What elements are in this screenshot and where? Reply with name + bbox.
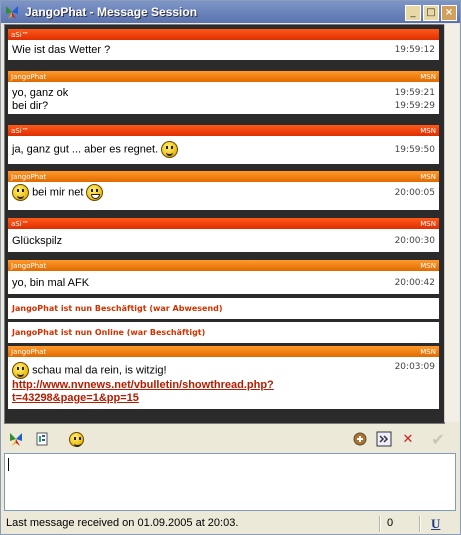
sad-smiley-icon [161, 141, 179, 158]
send-file-icon[interactable] [375, 430, 393, 448]
last-message-status: Last message received on 01.09.2005 at 2… [6, 517, 239, 529]
sender-name: aSi™ [11, 30, 29, 39]
message-header: JangoPhat MSN [8, 71, 439, 82]
message-text: Wie ist das Wetter ? [12, 43, 111, 56]
message-time: 19:59:21 [394, 87, 435, 98]
message-time: 19:59:29 [394, 100, 435, 111]
msn-icon[interactable] [7, 430, 25, 448]
toolbar: ✕ ✔ [1, 426, 460, 452]
message-block: JangoPhat MSN bei mir net 20:00:05 [8, 171, 439, 210]
format-underline-indicator[interactable]: U [431, 516, 440, 532]
message-header: JangoPhat MSN [8, 260, 439, 271]
message-text: yo, ganz ok [12, 86, 69, 99]
send-check-icon[interactable]: ✔ [429, 430, 447, 449]
close-icon[interactable]: ✕ [399, 430, 417, 448]
message-time: 19:59:50 [394, 144, 435, 155]
message-line: Wie ist das Wetter ? 19:59:12 [8, 43, 439, 56]
contact-info-icon[interactable] [33, 430, 51, 448]
msn-butterfly-icon [6, 6, 18, 19]
status-bar: Last message received on 01.09.2005 at 2… [1, 514, 460, 534]
text-caret [8, 458, 9, 471]
message-header: JangoPhat MSN [8, 171, 439, 182]
message-block: aSi™ MSN ja, ganz gut ... aber es regnet… [8, 125, 439, 164]
message-time: 19:59:12 [394, 44, 435, 55]
status-notification: JangoPhat ist nun Beschäftigt (war Abwes… [8, 298, 439, 319]
history-scrollbar[interactable] [444, 24, 459, 422]
message-text: bei mir net [32, 186, 84, 199]
message-text: yo, bin mal AFK [12, 276, 90, 289]
message-line: schau mal da rein, is witzig! 20:03:09 [8, 362, 439, 379]
message-header: JangoPhat MSN [8, 346, 439, 357]
sender-name: JangoPhat [11, 347, 47, 356]
service-label: MSN [420, 261, 436, 270]
shared-link[interactable]: http://www.nvnews.net/vbulletin/showthre… [12, 379, 274, 391]
message-line: bei dir? 19:59:29 [8, 99, 439, 112]
status-notification: JangoPhat ist nun Online (war Beschäftig… [8, 322, 439, 343]
message-session-window: JangoPhat - Message Session _ □ × aSi™ W… [0, 0, 461, 535]
service-label: MSN [420, 172, 436, 181]
message-time: 20:00:30 [394, 235, 435, 246]
message-text: schau mal da rein, is witzig! [32, 364, 167, 377]
message-block: JangoPhat MSN yo, ganz ok 19:59:21 bei d… [8, 71, 439, 114]
message-time: 20:00:05 [394, 187, 435, 198]
message-header: aSi™ MSN [8, 218, 439, 229]
message-history[interactable]: aSi™ Wie ist das Wetter ? 19:59:12 Jango… [4, 24, 445, 424]
happy-smiley-icon [12, 184, 29, 201]
sender-name: JangoPhat [11, 172, 47, 181]
title-bar[interactable]: JangoPhat - Message Session _ □ × [1, 1, 460, 23]
sender-name: JangoPhat [11, 261, 47, 270]
message-text: ja, ganz gut ... aber es regnet. [12, 143, 159, 156]
message-block: JangoPhat MSN schau mal da rein, is witz… [8, 346, 439, 409]
shared-link-continued[interactable]: t=43298&page=1&pp=15 [12, 392, 139, 404]
grin-smiley-icon [86, 184, 104, 201]
message-block: JangoPhat MSN yo, bin mal AFK 20:00:42 [8, 260, 439, 294]
message-block: aSi™ MSN Glückspilz 20:00:30 [8, 218, 439, 252]
message-header: aSi™ MSN [8, 125, 439, 136]
sender-name: aSi™ [11, 126, 29, 135]
service-label: MSN [420, 347, 436, 356]
minimize-button[interactable]: _ [405, 5, 421, 21]
window-title: JangoPhat - Message Session [25, 5, 198, 19]
service-label: MSN [420, 126, 436, 135]
message-line: Glückspilz 20:00:30 [8, 234, 439, 247]
sender-name: JangoPhat [11, 72, 47, 81]
character-count: 0 [387, 517, 394, 529]
message-line: bei mir net 20:00:05 [8, 184, 439, 201]
message-line: yo, bin mal AFK 20:00:42 [8, 276, 439, 289]
service-label: MSN [420, 72, 436, 81]
message-header: aSi™ [8, 29, 439, 40]
message-line: ja, ganz gut ... aber es regnet. 19:59:5… [8, 141, 439, 158]
window-close-button[interactable]: × [441, 5, 457, 21]
happy-smiley-icon [12, 362, 29, 379]
sender-name: aSi™ [11, 219, 29, 228]
message-input[interactable] [4, 453, 456, 511]
service-label: MSN [420, 219, 436, 228]
message-time: 20:00:42 [394, 277, 435, 288]
message-block: aSi™ Wie ist das Wetter ? 19:59:12 [8, 29, 439, 60]
emoticon-icon[interactable] [67, 430, 85, 448]
message-text: Glückspilz [12, 234, 63, 247]
message-time: 20:03:09 [394, 362, 435, 372]
message-text: bei dir? [12, 99, 49, 112]
nudge-icon[interactable] [351, 430, 369, 448]
maximize-button[interactable]: □ [423, 5, 439, 21]
message-line: yo, ganz ok 19:59:21 [8, 86, 439, 99]
